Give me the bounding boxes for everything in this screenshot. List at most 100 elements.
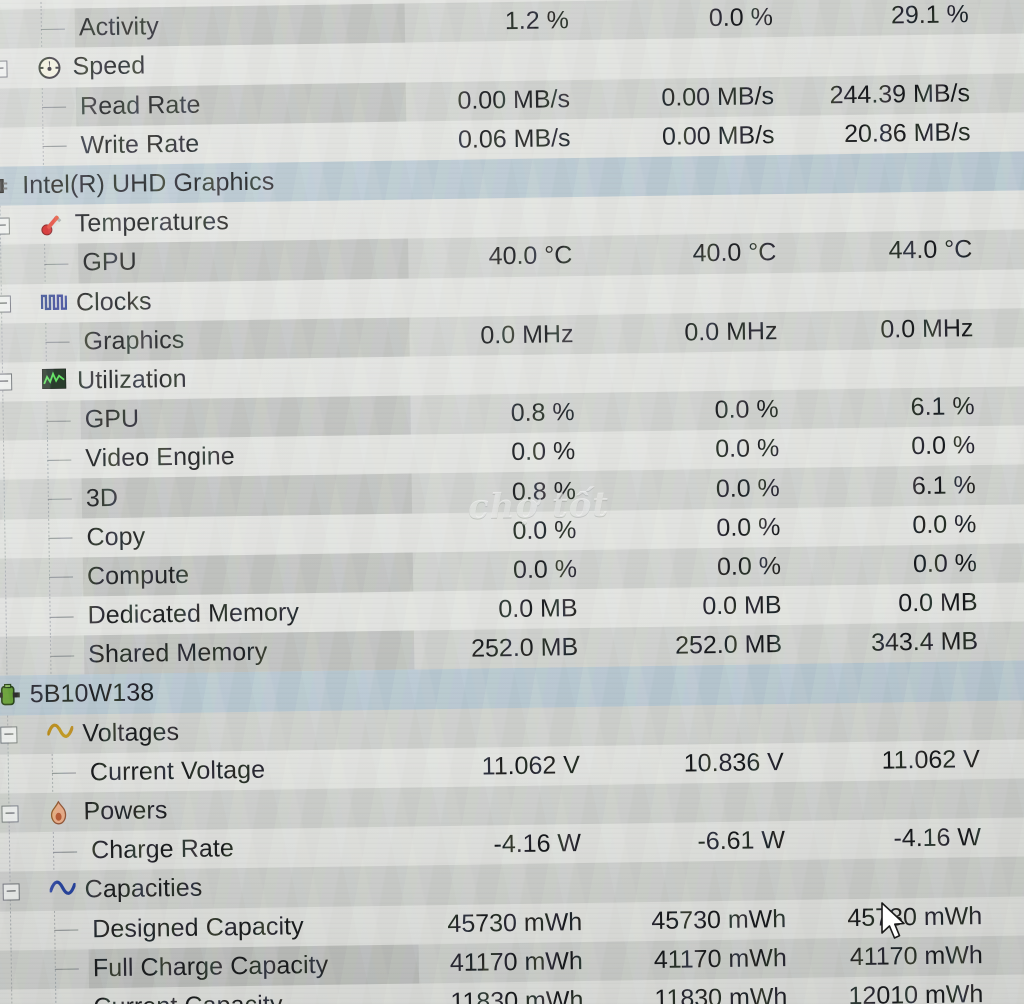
row-clocks-value-3: [973, 270, 974, 309]
row-charge-rate-value-2: -6.61 W: [697, 826, 786, 856]
row-full-charge-capacity-value-1: 41170 mWh: [449, 946, 583, 977]
row-powers-value-1: [580, 785, 581, 824]
row-temp-gpu-label: GPU: [82, 247, 138, 277]
row-designed-capacity-value-2: 45730 mWh: [651, 904, 787, 935]
row-speed-value-2: [773, 37, 774, 76]
row-shared-memory-value-1: 252.0 MB: [470, 633, 579, 663]
row-temperatures-label-cell: Temperatures: [0, 202, 229, 245]
row-powers-value-3: [980, 779, 981, 818]
row-util-video-engine-label-cell: Video Engine: [0, 437, 235, 480]
row-read-rate-value-2: 0.00 MB/s: [661, 81, 775, 112]
row-intel-uhd-graphics-value-1: [571, 158, 572, 197]
row-battery-5b10w138-value-2: [782, 664, 783, 703]
capacity-wave-icon: [49, 878, 76, 902]
row-full-charge-capacity-value-2: 41170 mWh: [653, 943, 787, 974]
row-temp-gpu-value-3: 44.0 °C: [888, 235, 973, 265]
row-current-voltage-value-3: 11.062 V: [881, 744, 981, 775]
row-intel-uhd-graphics-label-cell: Intel(R) UHD Graphics: [0, 162, 275, 206]
row-capacities-label: Capacities: [84, 874, 203, 904]
row-battery-5b10w138-value-1: [578, 667, 579, 706]
row-clock-graphics-value-2: 0.0 MHz: [684, 316, 778, 347]
row-charge-rate-label: Charge Rate: [90, 834, 235, 865]
row-designed-capacity-value-3: 45730 mWh: [847, 901, 983, 932]
row-current-capacity-value-2: 11830 mWh: [654, 982, 788, 1004]
row-current-capacity-value-3: 12010 mWh: [848, 980, 984, 1004]
row-intel-uhd-graphics-label: Intel(R) UHD Graphics: [22, 167, 275, 200]
row-utilization-value-3: [974, 348, 975, 387]
row-powers-label-cell: Powers: [0, 791, 168, 833]
row-clocks-value-1: [573, 276, 574, 315]
row-utilization-value-1: [574, 354, 575, 393]
row-speed-label-cell: Speed: [0, 47, 146, 89]
row-util-gpu-value-3: 6.1 %: [910, 392, 975, 422]
row-clock-graphics-value-1: 0.0 MHz: [480, 319, 574, 350]
row-dedicated-memory-label-cell: Dedicated Memory: [0, 593, 299, 637]
photographed-screen: 17.5 %17.5 %17.5 %Activity1.2 %0.0 %29.1…: [0, 0, 1024, 1004]
row-temperatures-value-3: [971, 191, 972, 230]
row-label-shading: [81, 473, 413, 519]
row-activity-value-3: 29.1 %: [890, 0, 969, 30]
row-voltages-value-1: [579, 707, 580, 746]
row-write-rate-label-cell: Write Rate: [0, 124, 200, 166]
row-clock-graphics-value-3: 0.0 MHz: [880, 313, 974, 344]
row-util-copy-value-1: 0.0 %: [512, 515, 577, 545]
row-voltages-value-3: [979, 701, 980, 740]
flame-icon: [48, 800, 74, 824]
row-charge-rate-value-3: -4.16 W: [893, 823, 982, 853]
row-write-rate-value-2: 0.00 MB/s: [661, 120, 775, 151]
row-util-gpu-label: GPU: [84, 404, 140, 434]
row-activity-label-cell: Activity: [0, 7, 159, 49]
row-util-3d-value-3: 6.1 %: [911, 470, 976, 500]
row-current-voltage-label-cell: Current Voltage: [0, 750, 266, 793]
row-read-rate-value-3: 244.39 MB/s: [829, 78, 971, 109]
utilization-graph-icon: [41, 369, 68, 393]
row-current-voltage-value-2: 10.836 V: [683, 747, 785, 778]
row-read-rate-label: Read Rate: [79, 90, 201, 121]
row-designed-capacity-value-1: 45730 mWh: [447, 907, 583, 938]
row-current-voltage-value-1: 11.062 V: [481, 750, 581, 781]
row-current-capacity-label: Current Capacity: [93, 990, 283, 1004]
row-utilization-value-2: [778, 351, 779, 390]
row-dedicated-memory-value-3: 0.0 MB: [898, 588, 978, 618]
row-utilization-label: Utilization: [76, 364, 187, 395]
row-temperatures-value-1: [571, 197, 572, 236]
row-util-gpu-value-1: 0.8 %: [510, 398, 575, 428]
row-shared-memory-value-2: 252.0 MB: [674, 630, 783, 660]
row-util-video-engine-value-1: 0.0 %: [511, 437, 576, 467]
row-util-copy-label-cell: Copy: [0, 517, 146, 559]
row-write-rate-label: Write Rate: [80, 129, 200, 160]
row-util-compute-value-1: 0.0 %: [512, 554, 578, 584]
row-clocks-label-cell: Clocks: [0, 282, 152, 324]
row-temperatures-value-2: [775, 194, 776, 233]
row-util-3d-label-cell: 3D: [0, 478, 119, 519]
row-utilization-label-cell: Utilization: [0, 360, 187, 402]
row-shared-memory-value-3: 343.4 MB: [870, 627, 979, 657]
row-clocks-value-2: [777, 273, 778, 312]
row-capacities-label-cell: Capacities: [0, 869, 203, 911]
sensor-tree-panel: 17.5 %17.5 %17.5 %Activity1.2 %0.0 %29.1…: [0, 0, 1024, 1004]
row-write-rate-value-3: 20.86 MB/s: [843, 118, 971, 148]
row-util-3d-value-2: 0.0 %: [715, 473, 780, 503]
row-dedicated-memory-value-2: 0.0 MB: [702, 591, 782, 621]
row-activity-value-2: 0.0 %: [708, 3, 774, 33]
row-clocks-label: Clocks: [75, 286, 152, 317]
row-shared-memory-label-cell: Shared Memory: [0, 633, 268, 676]
row-battery-5b10w138-value-3: [978, 662, 979, 701]
row-designed-capacity-label-cell: Designed Capacity: [0, 907, 304, 951]
row-util-compute-label-cell: Compute: [0, 556, 190, 598]
row-util-compute-value-3: 0.0 %: [912, 549, 978, 578]
row-speed-value-3: [969, 35, 970, 74]
row-charge-rate-label-cell: Charge Rate: [0, 829, 234, 872]
row-clock-graphics-label-cell: Graphics: [0, 321, 185, 363]
row-current-capacity-label-cell: Current Capacity: [0, 985, 283, 1004]
row-full-charge-capacity-label: Full Charge Capacity: [92, 950, 329, 983]
sensor-row-list[interactable]: 17.5 %17.5 %17.5 %Activity1.2 %0.0 %29.1…: [0, 0, 1024, 1004]
row-designed-capacity-label: Designed Capacity: [92, 911, 304, 943]
row-intel-uhd-graphics-value-3: [971, 152, 972, 191]
row-capacities-value-1: [581, 863, 582, 902]
row-activity-value-1: 1.2 %: [504, 6, 570, 36]
row-charge-rate-value-1: -4.16 W: [493, 829, 582, 859]
battery-icon: [0, 683, 21, 707]
row-current-voltage-label: Current Voltage: [89, 755, 266, 787]
gauge-icon: [37, 56, 63, 80]
